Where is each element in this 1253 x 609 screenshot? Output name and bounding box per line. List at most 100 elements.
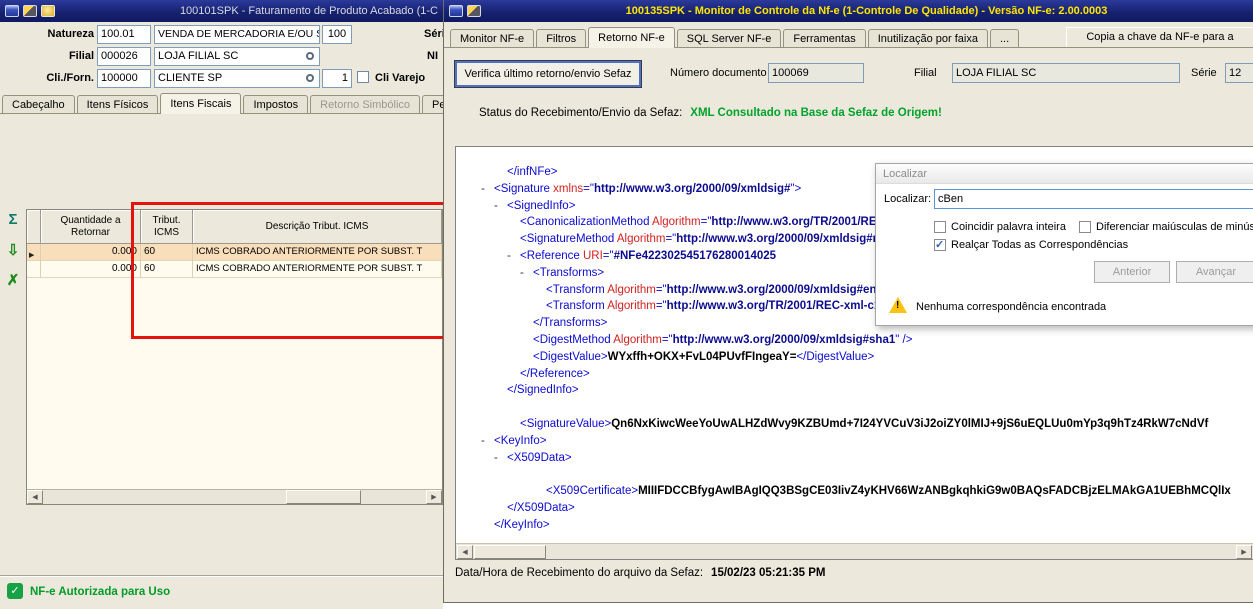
grid-hscrollbar[interactable] [27,489,442,504]
find-field-label: Localizar: [884,193,932,205]
find-input[interactable] [934,189,1253,209]
statusbar-separator [0,575,443,576]
filial-field[interactable]: LOJA FILIAL SC [952,63,1180,83]
tools-icon [23,5,37,17]
scroll-right-icon[interactable] [426,490,442,504]
tab-cabecalho[interactable]: Cabeçalho [2,95,75,114]
cell-qty[interactable]: 0.000 [41,261,141,278]
serie-label-cut: Série [424,28,443,40]
right-titlebar[interactable]: 100135SPK - Monitor de Controle da Nf-e … [444,0,1253,22]
grid-header-trib: Tribut. ICMS [141,210,193,244]
sefaz-status-value: XML Consultado na Base da Sefaz de Orige… [690,107,942,119]
grid-header-qty: Quantidade a Retornar [41,210,141,244]
cliforn-code-field[interactable]: 100000 [97,69,151,88]
scroll-left-icon[interactable] [457,545,473,559]
cell-trib[interactable]: 60 [141,244,193,261]
filial-label: Filial [914,67,937,79]
sefaz-status-line: Status do Recebimento/Envio da Sefaz: XML… [479,107,942,119]
whole-word-label: Coincidir palavra inteira [951,221,1066,233]
match-case-label: Diferenciar maiúsculas de minúsculas [1096,221,1253,233]
find-dialog: Localizar Localizar: Coincidir palavra i… [875,163,1253,326]
whole-word-checkbox[interactable] [934,221,946,233]
cell-desc[interactable]: ICMS COBRADO ANTERIORMENTE POR SUBST. T [193,261,442,278]
right-tabs: Monitor NF-e Filtros Retorno NF-e SQL Se… [450,27,1021,48]
filial-label: Filial [68,50,94,62]
cliforn-desc-field[interactable]: CLIENTE SP [154,69,320,88]
xml-line: </X509Data> [507,501,575,514]
cell-qty[interactable]: 0.000 [41,244,141,261]
xml-line: <DigestValue>WYxffh+OKX+FvL04PUvfFIngeaY… [533,350,875,363]
cell-trib[interactable]: 60 [141,261,193,278]
table-row[interactable]: 0.000 60 ICMS COBRADO ANTERIORMENTE POR … [27,244,442,261]
serie-label: Série [1191,67,1217,79]
filial-desc-field[interactable]: LOJA FILIAL SC [154,47,320,66]
no-match-message: Nenhuma correspondência encontrada [916,301,1107,313]
tab-retorno-simbolico: Retorno Simbólico [310,95,420,114]
xml-line: <DigestMethod Algorithm="http://www.w3.o… [533,333,913,346]
tab-baseline [444,47,1253,48]
table-row[interactable]: 0.000 60 ICMS COBRADO ANTERIORMENTE POR … [27,261,442,278]
tab-retorno-nfe[interactable]: Retorno NF-e [588,27,675,48]
nfe-status-icon [7,583,23,599]
cliforn-label: Cli./Forn. [46,72,94,84]
delete-icon[interactable] [4,271,22,291]
tab-pe-cut[interactable]: Pe [422,95,443,114]
sefaz-status-label: Status do Recebimento/Envio da Sefaz: [479,107,683,119]
tab-itens-fiscais[interactable]: Itens Fiscais [160,93,242,114]
tab-impostos[interactable]: Impostos [243,95,309,114]
window-icon [5,5,19,17]
tab-more[interactable]: ... [989,29,1020,48]
xml-line: - <KeyInfo> [481,434,547,447]
datetime-label: Data/Hora de Recebimento do arquivo da S… [455,567,704,579]
doc-number-label: Número documento [670,67,767,79]
tab-filtros[interactable]: Filtros [536,29,587,48]
grid-header-desc: Descrição Tribut. ICMS [193,210,442,244]
copy-nfe-key-button[interactable]: Copia a chave da NF-e para a [1066,27,1253,48]
cli-varejo-checkbox[interactable] [357,71,369,83]
window-icon [449,5,463,17]
row-selector [27,261,41,278]
grid-header: Quantidade a Retornar Tribut. ICMS Descr… [27,210,442,244]
export-icon[interactable] [4,241,22,261]
next-button[interactable]: Avançar [1176,261,1253,283]
sum-icon[interactable] [4,211,22,231]
scroll-left-icon[interactable] [27,490,43,504]
left-titlebar[interactable]: 100101SPK - Faturamento de Produto Acaba… [0,0,443,22]
filial-code-field[interactable]: 000026 [97,47,151,66]
find-dialog-titlebar[interactable]: Localizar [876,164,1253,184]
scroll-thumb[interactable] [474,545,546,559]
natureza-code-field[interactable]: 100.01 [97,25,151,44]
xml-line: - <X509Data> [494,451,572,464]
tab-ferramentas[interactable]: Ferramentas [783,29,866,48]
tab-inutilizacao-por-faixa[interactable]: Inutilização por faixa [867,29,988,48]
scroll-right-icon[interactable] [1236,545,1252,559]
xml-line: <X509Certificate>MIIIFDCCBfygAwIBAgIQQ3B… [546,485,1231,498]
lookup-icon[interactable] [306,52,314,60]
cell-desc[interactable]: ICMS COBRADO ANTERIORMENTE POR SUBST. T [193,244,442,261]
datetime-line: Data/Hora de Recebimento do arquivo da S… [455,567,826,579]
xml-line: </Reference> [520,367,590,380]
natureza-desc-field[interactable]: VENDA DE MERCADORIA E/OU SERVI [154,25,320,44]
xml-line: </KeyInfo> [494,518,550,531]
highlight-all-checkbox[interactable] [934,238,946,251]
nfe-status-text: NF-e Autorizada para Uso [30,586,171,598]
row-marker-icon [27,244,41,261]
doc-number-field[interactable]: 100069 [768,63,864,83]
previous-button[interactable]: Anterior [1094,261,1170,283]
tab-sql-server-nfe[interactable]: SQL Server NF-e [676,29,782,48]
verify-sefaz-button[interactable]: Verifica último retorno/envio Sefaz [455,61,641,87]
scroll-thumb[interactable] [286,490,361,504]
xml-hscrollbar[interactable] [456,543,1253,559]
xml-line: <SignatureValue>Qn6NxKiwcWeeYoUwALHZdWvy… [520,417,1209,430]
xml-line: </SignedInfo> [507,384,579,397]
serie-field[interactable]: 12 [1225,63,1253,83]
lookup-icon[interactable] [306,74,314,82]
highlight-all-label: Realçar Todas as Correspondências [951,239,1129,251]
right-window-title: 100135SPK - Monitor de Controle da Nf-e … [625,5,1108,17]
warning-icon [889,297,907,313]
match-case-checkbox[interactable] [1079,221,1091,233]
tab-monitor-nfe[interactable]: Monitor NF-e [450,29,535,48]
natureza-tipo-field[interactable]: 100 [322,25,352,44]
loja-field[interactable]: 1 [322,69,352,88]
tab-itens-fisicos[interactable]: Itens Físicos [76,95,159,114]
